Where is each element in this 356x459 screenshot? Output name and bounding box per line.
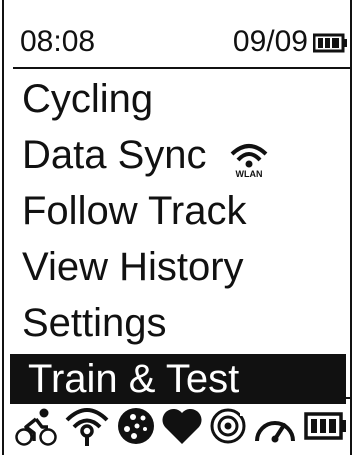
sensor-status-bar (14, 405, 350, 449)
wlan-icon-label: WLAN (236, 169, 263, 178)
menu-item-settings[interactable]: Settings (10, 296, 346, 352)
clock-time: 08:08 (20, 25, 96, 58)
menu-item-label: Settings (22, 301, 167, 345)
date-display: 09/09 (232, 25, 308, 58)
cycling-icon (15, 408, 57, 446)
satellite-icon (118, 408, 154, 444)
status-bar: 08:08 09/09 (20, 22, 348, 62)
speed-sensor-icon (255, 421, 295, 443)
menu-item-view-history[interactable]: View History (10, 240, 346, 296)
menu-item-cycling[interactable]: Cycling (10, 72, 346, 128)
wlan-icon: WLAN (230, 144, 268, 178)
menu-item-label: Data Sync (22, 133, 207, 177)
menu-item-label: Follow Track (22, 189, 247, 233)
wifi-signal-icon (65, 408, 109, 446)
top-divider (13, 67, 350, 69)
menu-item-label: Train & Test (28, 357, 240, 401)
battery-full-icon (313, 33, 347, 53)
bottom-divider (13, 397, 350, 399)
menu-item-follow-track[interactable]: Follow Track (10, 184, 346, 240)
battery-icon (304, 412, 346, 440)
main-menu: Cycling Data Sync WLAN Follow Track View… (10, 72, 346, 404)
heart-rate-icon (162, 408, 202, 444)
menu-item-label: View History (22, 245, 244, 289)
cadence-sensor-icon (210, 408, 247, 444)
menu-item-label: Cycling (22, 77, 154, 121)
menu-item-data-sync[interactable]: Data Sync WLAN (10, 128, 346, 184)
